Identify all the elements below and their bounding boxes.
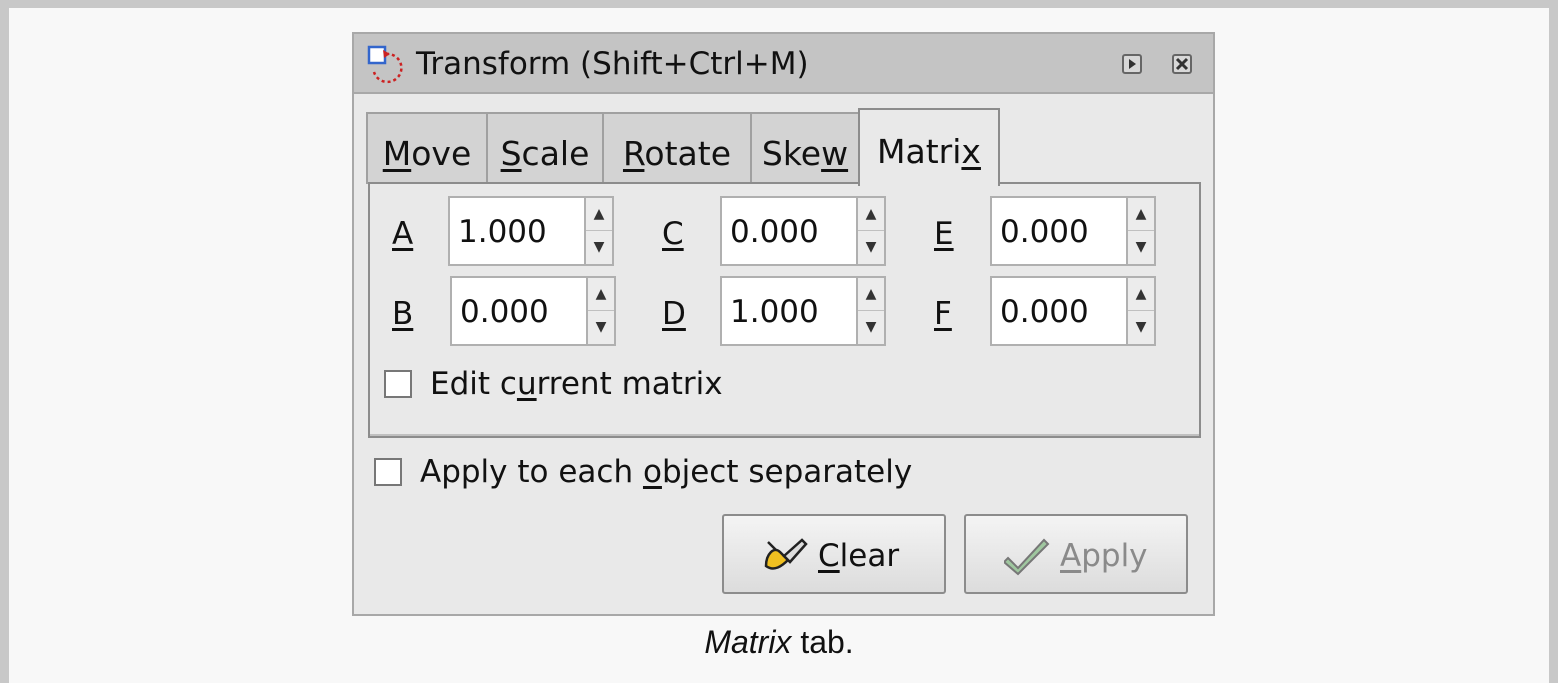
- label-a: A: [392, 216, 414, 252]
- spin-c: 0.000 ▲ ▼: [720, 196, 890, 266]
- clear-mnemonic: C: [818, 538, 840, 574]
- stepper-c: ▲ ▼: [856, 196, 886, 266]
- input-b[interactable]: 0.000: [450, 276, 588, 346]
- increment-icon[interactable]: ▲: [858, 198, 884, 231]
- spin-d: 1.000 ▲ ▼: [720, 276, 890, 346]
- stepper-a: ▲ ▼: [584, 196, 614, 266]
- input-e[interactable]: 0.000: [990, 196, 1128, 266]
- tab-move-mnemonic: M: [382, 134, 412, 173]
- dock-icon[interactable]: [1122, 54, 1142, 74]
- tab-scale[interactable]: Scale: [486, 112, 604, 184]
- edit-current-text-pre: Edit c: [430, 366, 517, 402]
- label-f: F: [934, 296, 952, 332]
- edit-current-label[interactable]: Edit current matrix: [430, 366, 723, 402]
- apply-each-text-post: bject separately: [661, 454, 913, 490]
- edit-current-checkbox[interactable]: [384, 370, 412, 398]
- window-title: Transform (Shift+Ctrl+M): [416, 46, 809, 82]
- tab-move[interactable]: Move: [366, 112, 488, 184]
- decrement-icon[interactable]: ▼: [1128, 311, 1154, 344]
- clear-button[interactable]: Clear: [722, 514, 946, 594]
- tab-skew-label: Ske: [761, 134, 822, 173]
- clear-text: lear: [839, 538, 900, 574]
- increment-icon[interactable]: ▲: [1128, 198, 1154, 231]
- tab-matrix-mnemonic: x: [961, 132, 981, 171]
- apply-text: pply: [1081, 538, 1148, 574]
- decrement-icon[interactable]: ▼: [588, 311, 614, 344]
- apply-each-checkbox[interactable]: [374, 458, 402, 486]
- tab-matrix-label: Matri: [877, 132, 962, 171]
- tab-scale-label: cale: [521, 134, 590, 173]
- tab-rotate[interactable]: Rotate: [602, 112, 752, 184]
- apply-each-text-pre: Apply to each: [420, 454, 643, 490]
- increment-icon[interactable]: ▲: [1128, 278, 1154, 311]
- edit-current-mnemonic: u: [516, 366, 537, 402]
- apply-each-label[interactable]: Apply to each object separately: [420, 454, 912, 490]
- spin-e: 0.000 ▲ ▼: [990, 196, 1160, 266]
- tab-rotate-label: otate: [644, 134, 732, 173]
- spin-f: 0.000 ▲ ▼: [990, 276, 1160, 346]
- transform-dialog: Transform (Shift+Ctrl+M) Move Scale Rota…: [352, 32, 1215, 616]
- brush-icon: [762, 536, 808, 576]
- spin-b: 0.000 ▲ ▼: [450, 276, 620, 346]
- close-icon[interactable]: [1172, 54, 1192, 74]
- decrement-icon[interactable]: ▼: [586, 231, 612, 264]
- tab-skew[interactable]: Skew: [750, 112, 860, 184]
- tab-skew-mnemonic: w: [821, 134, 849, 173]
- decrement-icon[interactable]: ▼: [1128, 231, 1154, 264]
- tab-rotate-mnemonic: R: [622, 134, 645, 173]
- decrement-icon[interactable]: ▼: [858, 311, 884, 344]
- figure-caption: Matrix tab.: [0, 624, 1558, 661]
- stepper-b: ▲ ▼: [586, 276, 616, 346]
- apply-mnemonic: A: [1060, 538, 1082, 574]
- checkmark-icon: [1002, 536, 1050, 576]
- input-f[interactable]: 0.000: [990, 276, 1128, 346]
- apply-button[interactable]: Apply: [964, 514, 1188, 594]
- tab-scale-mnemonic: S: [500, 134, 522, 173]
- decrement-icon[interactable]: ▼: [858, 231, 884, 264]
- matrix-panel: A 1.000 ▲ ▼ C 0.000 ▲ ▼ E 0.000 ▲ ▼ B 0.…: [368, 182, 1201, 438]
- label-e: E: [934, 216, 954, 252]
- input-d[interactable]: 1.000: [720, 276, 858, 346]
- label-d: D: [662, 296, 686, 332]
- input-a[interactable]: 1.000: [448, 196, 586, 266]
- clear-label: Clear: [818, 538, 899, 574]
- increment-icon[interactable]: ▲: [586, 198, 612, 231]
- stepper-f: ▲ ▼: [1126, 276, 1156, 346]
- caption-text: tab.: [791, 624, 854, 660]
- stepper-d: ▲ ▼: [856, 276, 886, 346]
- tab-move-label: ove: [411, 134, 472, 173]
- tab-matrix[interactable]: Matrix: [858, 108, 1000, 186]
- input-c[interactable]: 0.000: [720, 196, 858, 266]
- apply-label: Apply: [1060, 538, 1148, 574]
- increment-icon[interactable]: ▲: [858, 278, 884, 311]
- stepper-e: ▲ ▼: [1126, 196, 1156, 266]
- edit-current-text-post: rrent matrix: [536, 366, 723, 402]
- increment-icon[interactable]: ▲: [588, 278, 614, 311]
- caption-italic: Matrix: [704, 624, 792, 660]
- title-bar[interactable]: Transform (Shift+Ctrl+M): [354, 34, 1213, 94]
- apply-each-mnemonic: o: [642, 454, 662, 490]
- transform-icon: [366, 44, 406, 84]
- label-b: B: [392, 296, 414, 332]
- label-c: C: [662, 216, 684, 252]
- spin-a: 1.000 ▲ ▼: [448, 196, 618, 266]
